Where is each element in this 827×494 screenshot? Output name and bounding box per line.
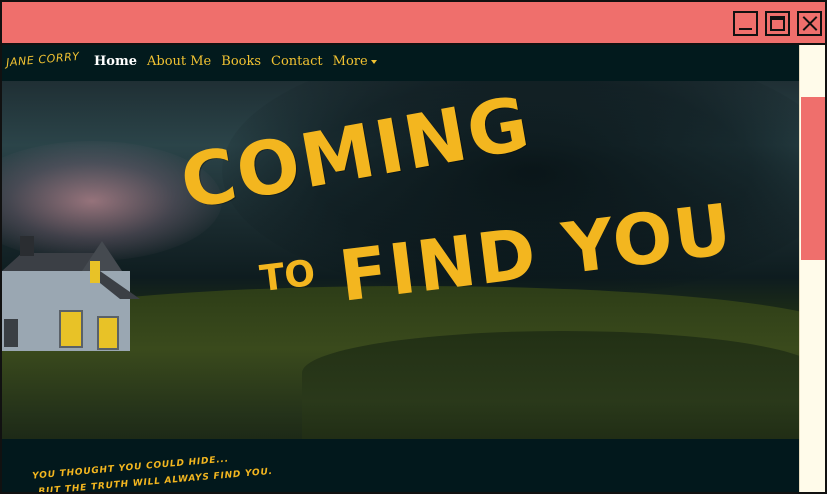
minimize-icon[interactable] (733, 11, 758, 36)
nav-item-more[interactable]: More (333, 54, 377, 69)
book-title-art: COMING TO FIND YOU (175, 81, 738, 341)
nav-item-home[interactable]: Home (94, 54, 137, 69)
close-icon[interactable] (797, 11, 822, 36)
nav-item-books[interactable]: Books (221, 54, 261, 69)
house-window-2 (97, 316, 119, 350)
nav-item-contact[interactable]: Contact (271, 54, 323, 69)
page-viewport: JANE CORRY Home About Me Books Contact M… (2, 45, 799, 492)
window-titlebar[interactable] (2, 2, 825, 45)
nav-item-about[interactable]: About Me (147, 54, 211, 69)
hero-banner: COMING TO FIND YOU (2, 81, 799, 439)
title-word-to: TO (257, 252, 318, 301)
site-navbar: JANE CORRY Home About Me Books Contact M… (2, 45, 799, 81)
nav-links: Home About Me Books Contact More (94, 54, 377, 69)
house-door (4, 319, 18, 347)
house-window-3 (90, 261, 100, 283)
house-chimney (20, 236, 34, 256)
tagline-section: YOU THOUGHT YOU COULD HIDE... BUT THE TR… (2, 439, 799, 492)
maximize-icon[interactable] (765, 11, 790, 36)
nav-item-more-label: More (332, 54, 368, 69)
site-logo[interactable]: JANE CORRY (6, 50, 81, 69)
moorland-foreground (302, 331, 799, 439)
caret-down-icon (370, 59, 377, 64)
vertical-scrollbar[interactable] (799, 45, 825, 492)
browser-window: JANE CORRY Home About Me Books Contact M… (0, 0, 827, 494)
house-window-1 (59, 310, 83, 348)
scrollbar-thumb[interactable] (801, 97, 825, 260)
house-illustration (2, 236, 140, 351)
